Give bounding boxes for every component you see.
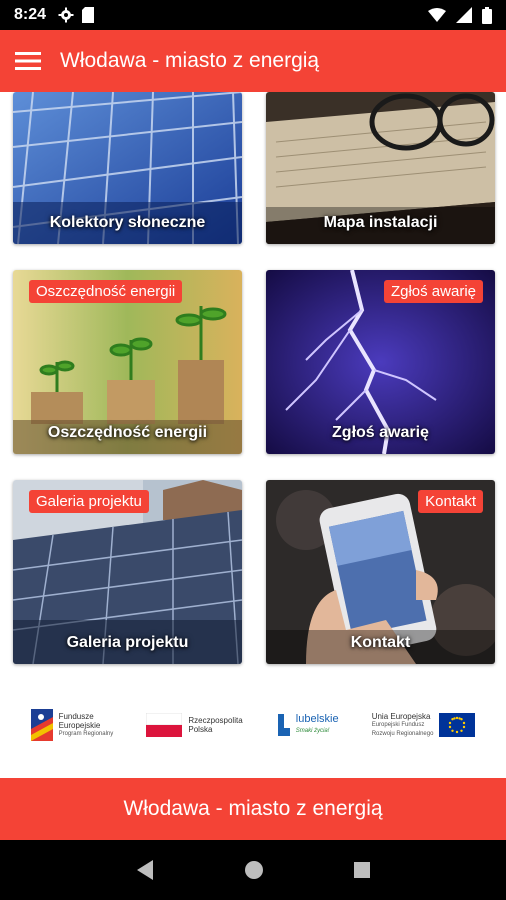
lubelskie-name: lubelskie: [295, 713, 339, 725]
ue-line1: Unia Europejska: [371, 711, 431, 721]
tile-contact[interactable]: Kontakt Kontakt: [266, 480, 495, 664]
gear-icon: [58, 7, 74, 23]
tile-badge: Zgłoś awarię: [383, 280, 483, 303]
signal-icon: [456, 7, 472, 23]
tile-label: Kolektory słoneczne: [49, 214, 206, 231]
tile-installation-map[interactable]: Mapa instalacji: [266, 92, 495, 244]
tile-badge: Galeria projektu: [29, 490, 149, 513]
footer-banner: Włodawa - miasto z energią: [0, 778, 506, 840]
logo-lubelskie: lubelskie Smaki życia!: [276, 713, 339, 737]
ue-sub1: Europejski Fundusz: [371, 721, 425, 728]
tile-label: Kontakt: [350, 634, 411, 651]
tile-label: Oszczędność energii: [47, 424, 208, 441]
lubelskie-tagline: Smaki życia!: [295, 728, 330, 734]
ue-sub2: Rozwoju Regionalnego: [371, 730, 434, 737]
sponsor-logos: Fundusze Europejskie Program Regionalny …: [0, 692, 506, 758]
fe-line2: Europejskie: [58, 720, 101, 730]
wifi-icon: [428, 8, 446, 22]
fundusze-europejskie-icon: [30, 709, 53, 741]
tile-badge: Oszczędność energii: [29, 280, 183, 303]
eu-flag-icon: [439, 713, 476, 737]
tile-label: Galeria projektu: [66, 634, 189, 651]
logo-rzeczpospolita-polska: Rzeczpospolita Polska: [146, 713, 243, 737]
sim-card-icon: [82, 7, 95, 23]
battery-icon: [482, 6, 492, 24]
footer-title: Włodawa - miasto z energią: [123, 797, 383, 820]
system-navigation-bar: [0, 840, 506, 900]
polish-flag-icon: [146, 713, 183, 737]
main-content: Kolektory słoneczne Mapa instalacji Oszc…: [0, 92, 506, 778]
tile-label: Mapa instalacji: [323, 214, 438, 231]
fe-line1: Fundusze: [58, 711, 94, 721]
status-bar: 8:24: [0, 0, 506, 30]
fe-sub: Program Regionalny: [58, 730, 114, 737]
hamburger-menu-icon: [15, 52, 41, 70]
tile-badge: Kontakt: [418, 490, 483, 513]
lubelskie-icon: [277, 714, 290, 736]
tile-report-failure[interactable]: Zgłoś awarię Zgłoś awarię: [266, 270, 495, 454]
recents-icon[interactable]: [353, 861, 371, 879]
home-icon[interactable]: [244, 860, 264, 880]
rp-line1: Rzeczpospolita: [188, 716, 243, 725]
tile-solar-collectors[interactable]: Kolektory słoneczne: [13, 92, 242, 244]
status-time: 8:24: [14, 6, 47, 23]
logo-fundusze-europejskie: Fundusze Europejskie Program Regionalny: [30, 709, 114, 741]
tile-project-gallery[interactable]: Galeria projektu Galeria projektu: [13, 480, 242, 664]
app-title: Włodawa - miasto z energią: [60, 49, 320, 72]
app-bar: Włodawa - miasto z energią: [0, 30, 506, 92]
rp-line2: Polska: [188, 725, 213, 734]
tile-energy-saving[interactable]: Oszczędność energii Oszczędność energii: [13, 270, 242, 454]
menu-button[interactable]: [0, 30, 56, 92]
logo-unia-europejska: Unia Europejska Europejski Fundusz Rozwo…: [372, 712, 476, 739]
tile-label: Zgłoś awarię: [332, 424, 429, 441]
back-icon[interactable]: [135, 859, 155, 881]
